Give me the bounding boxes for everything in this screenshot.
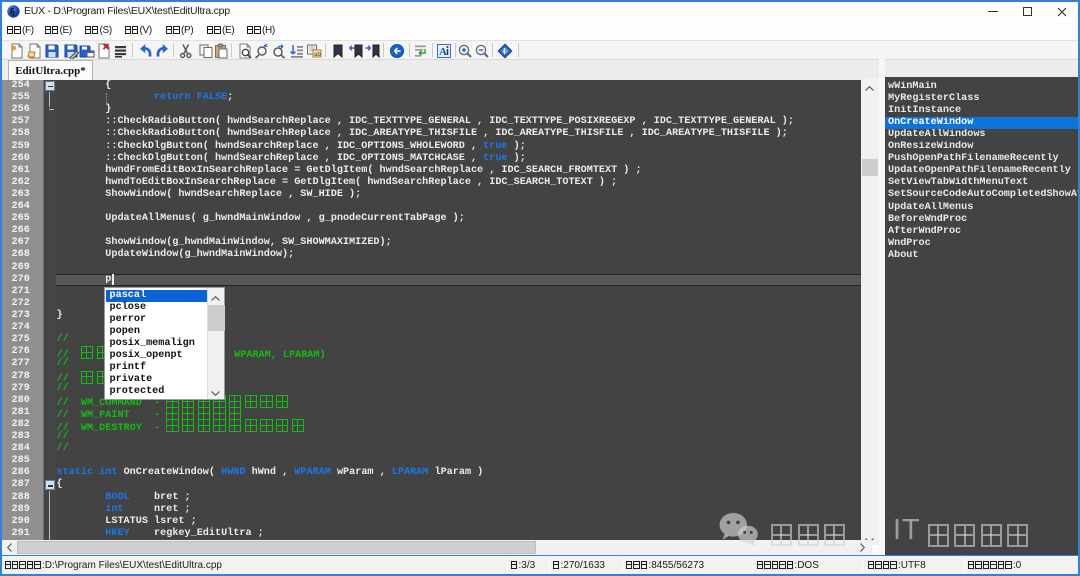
svg-text:A: A [439,46,447,58]
svg-text:ab: ab [314,52,321,58]
svg-text:i: i [503,47,505,56]
